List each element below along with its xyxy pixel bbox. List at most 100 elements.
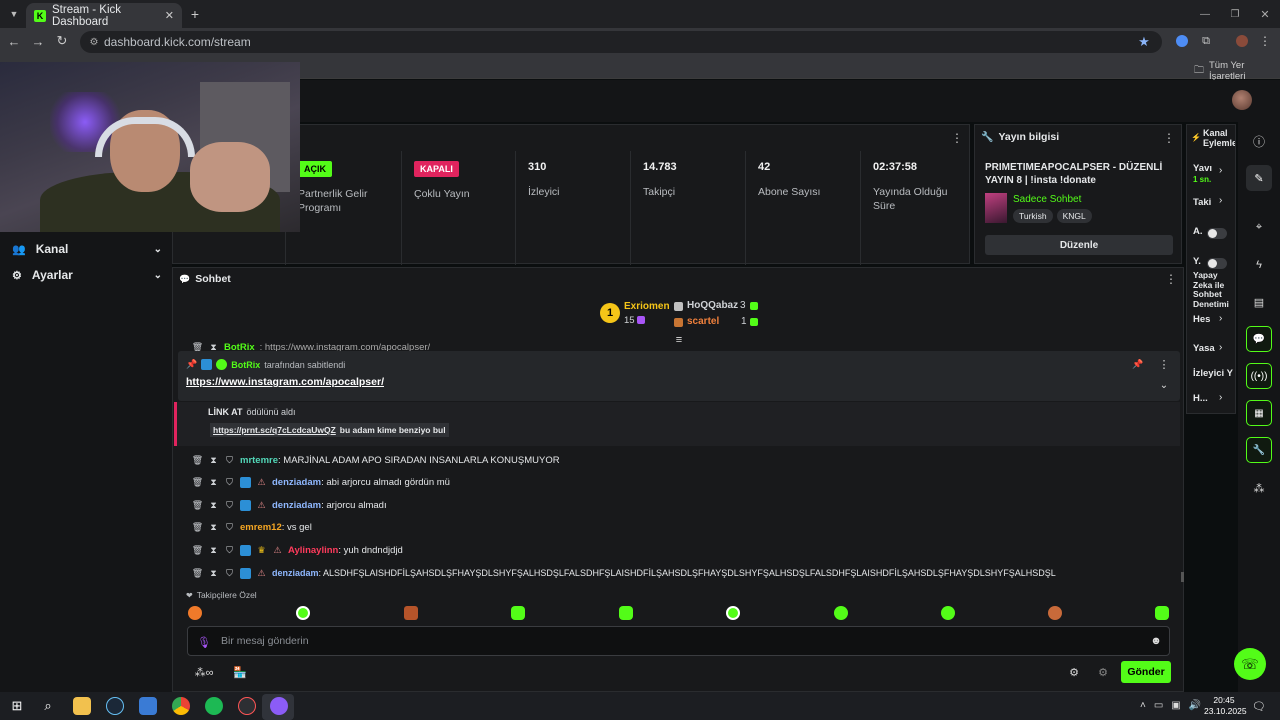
- timeout-icon[interactable]: ⧗: [208, 568, 219, 579]
- timeout-icon[interactable]: ⧗: [208, 545, 219, 556]
- emote-box-icon[interactable]: [404, 606, 418, 620]
- focus-icon[interactable]: ⌖: [1246, 214, 1272, 240]
- more-options-icon[interactable]: ⋮: [1158, 358, 1170, 371]
- chat-username[interactable]: denziadam: [272, 568, 319, 578]
- action-label[interactable]: Taki: [1193, 197, 1211, 208]
- minimize-icon[interactable]: —: [1198, 7, 1212, 21]
- emote-grin-icon[interactable]: [619, 606, 633, 620]
- trash-icon[interactable]: 🗑: [192, 455, 203, 466]
- chevron-right-icon[interactable]: ›: [1219, 342, 1222, 353]
- lightning-icon[interactable]: ϟ: [1246, 252, 1272, 278]
- layout-icon[interactable]: ▦: [1246, 400, 1272, 426]
- chat-username[interactable]: denziadam: [272, 477, 321, 488]
- volume-icon[interactable]: 🔊: [1189, 700, 1201, 711]
- close-window-icon[interactable]: ✕: [1258, 7, 1272, 21]
- chat-username[interactable]: emrem12: [240, 522, 282, 533]
- chrome-icon[interactable]: [172, 697, 190, 715]
- emote-happy-icon[interactable]: [834, 606, 848, 620]
- forward-icon[interactable]: →: [30, 33, 46, 49]
- all-bookmarks-button[interactable]: 🗀 Tüm Yer İşaretleri: [1194, 60, 1280, 82]
- slowmode-gear-icon[interactable]: ⚙: [1094, 664, 1112, 680]
- emote-eye-icon[interactable]: [726, 606, 740, 620]
- top-gifter-name[interactable]: Exriomen: [624, 301, 670, 312]
- reload-icon[interactable]: ↻: [54, 33, 70, 49]
- action-label[interactable]: Hes: [1193, 314, 1210, 325]
- settings-icon[interactable]: ⚙: [1066, 664, 1082, 680]
- chat-scrollbar[interactable]: [1181, 572, 1184, 582]
- pencil-icon[interactable]: ✎: [1246, 165, 1272, 191]
- chevron-right-icon[interactable]: ›: [1219, 165, 1222, 176]
- pinned-user[interactable]: BotRix: [231, 360, 260, 370]
- shield-icon[interactable]: ⛉: [224, 522, 235, 533]
- shield-icon[interactable]: ⛉: [224, 500, 235, 511]
- sidebar-item-ayarlar[interactable]: ⚙ Ayarlar ⌄: [12, 266, 162, 284]
- file-explorer-icon[interactable]: [73, 697, 91, 715]
- chevron-right-icon[interactable]: ›: [1219, 392, 1222, 403]
- action-label[interactable]: H...: [1193, 393, 1208, 404]
- search-icon[interactable]: ⌕: [40, 698, 56, 714]
- third-gifter-name[interactable]: scartel: [687, 316, 719, 327]
- share-infinity-icon[interactable]: ⁂∞: [190, 664, 218, 680]
- shield-icon[interactable]: ⛉: [224, 568, 235, 579]
- store-app-icon[interactable]: [139, 697, 157, 715]
- spotify-icon[interactable]: [205, 697, 223, 715]
- sidebar-item-kanal[interactable]: 👥 Kanal ⌄: [12, 240, 162, 258]
- support-headset-icon[interactable]: ☏: [1234, 648, 1266, 680]
- network-icon[interactable]: ▣: [1171, 700, 1180, 711]
- action-label[interactable]: İzleyici Y: [1193, 368, 1233, 379]
- timeout-icon[interactable]: ⧗: [208, 455, 219, 466]
- user-avatar[interactable]: [1232, 90, 1252, 110]
- chevron-right-icon[interactable]: ›: [1219, 195, 1222, 206]
- emote-smile-icon[interactable]: [511, 606, 525, 620]
- wrench-icon[interactable]: 🔧: [1246, 437, 1272, 463]
- more-options-icon[interactable]: ⋮: [1165, 272, 1177, 286]
- send-button[interactable]: Gönder: [1121, 661, 1171, 683]
- profile-avatar-icon[interactable]: [1236, 35, 1248, 47]
- trash-icon[interactable]: 🗑: [192, 500, 203, 511]
- emote-talk-icon[interactable]: [1155, 606, 1169, 620]
- new-tab-icon[interactable]: +: [188, 6, 202, 22]
- chat-username[interactable]: denziadam: [272, 500, 321, 511]
- emote-wink-icon[interactable]: [941, 606, 955, 620]
- tab-list-chevron-icon[interactable]: ▼: [6, 6, 22, 22]
- info-icon[interactable]: ⓘ: [1246, 128, 1272, 154]
- chevron-right-icon[interactable]: ›: [1219, 313, 1222, 324]
- timeout-icon[interactable]: ⧗: [208, 500, 219, 511]
- edit-button[interactable]: Düzenle: [985, 235, 1173, 255]
- collapse-icon[interactable]: ≡: [672, 334, 686, 346]
- timeout-icon[interactable]: ⧗: [208, 477, 219, 488]
- toggle-switch[interactable]: [1207, 226, 1227, 244]
- extensions-puzzle-icon[interactable]: ⧉: [1198, 33, 1214, 49]
- pinned-link[interactable]: https://www.instagram.com/apocalpser/: [186, 376, 384, 388]
- emote-cat-icon[interactable]: [188, 606, 202, 620]
- trash-icon[interactable]: 🗑: [192, 522, 203, 533]
- microphone-icon[interactable]: 🎙: [197, 635, 211, 649]
- notification-icon[interactable]: 🗨: [1252, 699, 1266, 713]
- tray-chevron-icon[interactable]: ˄: [1140, 700, 1146, 711]
- obs-icon[interactable]: [270, 697, 288, 715]
- tray-app-icon[interactable]: ▭: [1154, 700, 1163, 711]
- site-info-icon[interactable]: ⚙: [87, 35, 101, 49]
- browser-menu-icon[interactable]: ⋮: [1258, 33, 1272, 49]
- shield-icon[interactable]: ⛉: [224, 477, 235, 488]
- steam-icon[interactable]: [106, 697, 124, 715]
- trash-icon[interactable]: 🗑: [192, 568, 203, 579]
- share-icon[interactable]: ⁂: [1246, 475, 1272, 501]
- emote-ball-icon[interactable]: [296, 606, 310, 620]
- shield-icon[interactable]: ⛉: [224, 455, 235, 466]
- browser-tab[interactable]: K Stream - Kick Dashboard ✕: [26, 3, 182, 28]
- chat-username[interactable]: Aylinaylinn: [288, 545, 338, 556]
- close-tab-icon[interactable]: ✕: [165, 9, 174, 22]
- address-bar[interactable]: ⚙ dashboard.kick.com/stream ★: [80, 31, 1162, 53]
- broadcast-icon[interactable]: ((•)): [1246, 363, 1272, 389]
- chat-mode-link[interactable]: Sadece Sohbet: [1013, 194, 1081, 205]
- back-icon[interactable]: ←: [6, 33, 22, 49]
- action-label[interactable]: Yasa: [1193, 343, 1215, 354]
- bookmark-star-icon[interactable]: ★: [1136, 34, 1152, 50]
- store-icon[interactable]: 🏪: [232, 664, 248, 680]
- category-thumbnail[interactable]: [985, 193, 1007, 223]
- more-options-icon[interactable]: ⋮: [951, 131, 963, 145]
- action-label[interactable]: Yavı: [1193, 163, 1212, 174]
- extension-icon[interactable]: [1176, 35, 1188, 47]
- chat-input[interactable]: 🎙 Bir mesaj gönderin ☻: [187, 626, 1170, 656]
